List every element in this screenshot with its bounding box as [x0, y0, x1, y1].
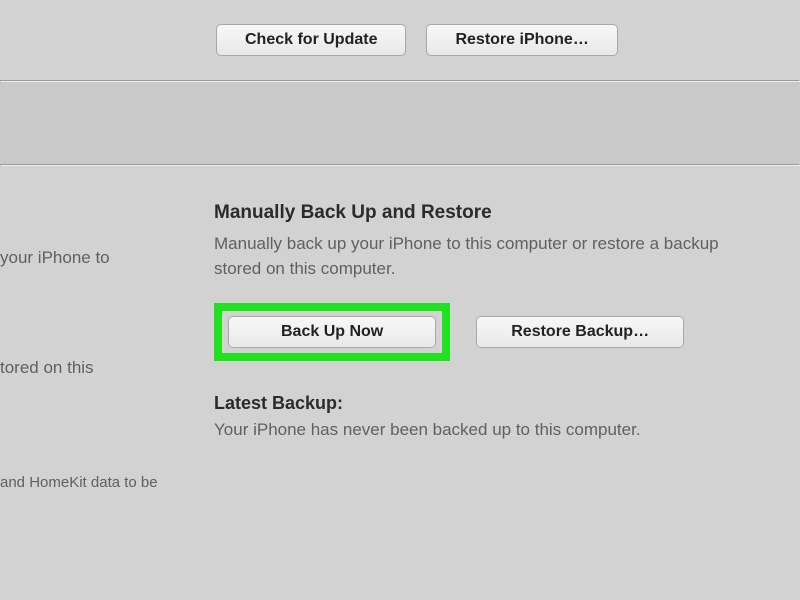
- highlight-box: Back Up Now: [214, 303, 450, 361]
- restore-iphone-button[interactable]: Restore iPhone…: [426, 24, 617, 56]
- partial-text-line: your iPhone to: [0, 246, 110, 270]
- section-description: Manually back up your iPhone to this com…: [214, 232, 760, 281]
- partial-text-line: tored on this: [0, 356, 94, 380]
- backup-restore-section: Manually Back Up and Restore Manually ba…: [214, 202, 760, 440]
- back-up-now-button[interactable]: Back Up Now: [228, 316, 436, 348]
- latest-backup-text: Your iPhone has never been backed up to …: [214, 420, 760, 440]
- section-band: [0, 82, 800, 164]
- restore-backup-button[interactable]: Restore Backup…: [476, 316, 684, 348]
- partial-text-line: and HomeKit data to be: [0, 472, 158, 493]
- section-title: Manually Back Up and Restore: [214, 202, 760, 224]
- check-for-update-button[interactable]: Check for Update: [216, 24, 406, 56]
- main-area: your iPhone to tored on this and HomeKit…: [0, 166, 800, 440]
- backup-button-row: Back Up Now Restore Backup…: [214, 303, 760, 361]
- latest-backup-label: Latest Backup:: [214, 393, 760, 414]
- top-button-row: Check for Update Restore iPhone…: [0, 0, 800, 80]
